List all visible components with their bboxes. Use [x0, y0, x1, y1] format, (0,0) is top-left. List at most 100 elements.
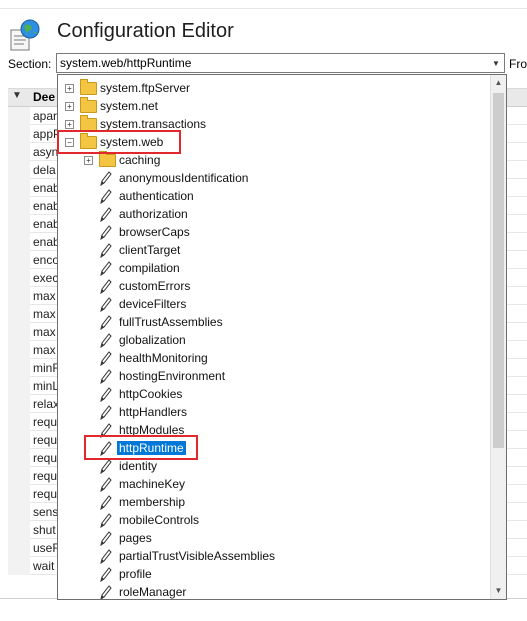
tree-node-profile[interactable]: profile	[58, 565, 490, 583]
grid-row-name: requ	[33, 469, 58, 483]
tree-node-system-web[interactable]: − system.web	[58, 133, 490, 151]
expand-icon[interactable]: +	[65, 102, 74, 111]
row-gutter	[8, 485, 30, 503]
row-gutter	[8, 179, 30, 197]
tree-scrollbar[interactable]: ▲ ▼	[490, 75, 506, 599]
tree-node-label: profile	[119, 567, 152, 581]
folder-icon	[80, 115, 97, 131]
pencil-icon	[100, 297, 112, 312]
folder-icon	[99, 151, 116, 167]
tree-node-mobileControls[interactable]: mobileControls	[58, 511, 490, 529]
tree-node-label: httpRuntime	[117, 441, 186, 455]
chevron-down-icon[interactable]: ▼	[488, 54, 504, 72]
tree-node-customErrors[interactable]: customErrors	[58, 277, 490, 295]
tree-node-label: customErrors	[119, 279, 191, 293]
grid-row-name: enab	[33, 235, 60, 249]
tree-node-httpRuntime[interactable]: httpRuntime	[58, 439, 490, 457]
pencil-icon	[100, 423, 112, 438]
tree-node-label: system.transactions	[100, 117, 207, 131]
row-gutter	[8, 431, 30, 449]
scrollbar-thumb[interactable]	[493, 93, 504, 448]
row-gutter	[8, 143, 30, 161]
grid-header-label: Dee	[33, 90, 56, 104]
row-gutter	[8, 359, 30, 377]
grid-row-name: shut	[33, 523, 56, 537]
tree-node-label: fullTrustAssemblies	[119, 315, 223, 329]
row-gutter	[8, 521, 30, 539]
row-gutter	[8, 377, 30, 395]
tree-node-label: anonymousIdentification	[119, 171, 249, 185]
bottom-panel	[0, 598, 527, 621]
tree-node-label: authentication	[119, 189, 194, 203]
tree-node-caching[interactable]: + caching	[58, 151, 490, 169]
scroll-down-arrow-icon[interactable]: ▼	[491, 583, 506, 599]
expand-icon[interactable]: +	[65, 120, 74, 129]
grid-row-name: enab	[33, 217, 60, 231]
section-dropdown-tree[interactable]: + system.ftpServer + system.net + system.tran…	[57, 74, 507, 600]
pencil-icon	[100, 585, 112, 599]
tree-node-authorization[interactable]: authorization	[58, 205, 490, 223]
grid-row-name: enab	[33, 181, 60, 195]
tree-node-label: compilation	[119, 261, 180, 275]
folder-icon	[80, 79, 97, 95]
tree-node-httpModules[interactable]: httpModules	[58, 421, 490, 439]
tree-node-membership[interactable]: membership	[58, 493, 490, 511]
tree-node-clientTarget[interactable]: clientTarget	[58, 241, 490, 259]
from-label: Fro	[509, 57, 527, 71]
row-gutter	[8, 287, 30, 305]
section-combobox-value: system.web/httpRuntime	[60, 56, 192, 70]
row-gutter	[8, 215, 30, 233]
tree-node-system-transactions[interactable]: + system.transactions	[58, 115, 490, 133]
pencil-icon	[100, 567, 112, 582]
tree-node-partialTrustVisibleAssemblies[interactable]: partialTrustVisibleAssemblies	[58, 547, 490, 565]
tree-node-anonymousIdentification[interactable]: anonymousIdentification	[58, 169, 490, 187]
tree-node-hostingEnvironment[interactable]: hostingEnvironment	[58, 367, 490, 385]
collapse-icon[interactable]: −	[65, 138, 74, 147]
page-title: Configuration Editor	[57, 20, 234, 42]
pencil-icon	[100, 477, 112, 492]
tree-node-globalization[interactable]: globalization	[58, 331, 490, 349]
row-gutter	[8, 539, 30, 557]
section-label: Section:	[8, 57, 52, 71]
tree-node-compilation[interactable]: compilation	[58, 259, 490, 277]
tree-node-label: httpCookies	[119, 387, 183, 401]
pencil-icon	[100, 531, 112, 546]
tree-node-machineKey[interactable]: machineKey	[58, 475, 490, 493]
tree-node-label: clientTarget	[119, 243, 181, 257]
row-gutter	[8, 305, 30, 323]
tree-node-httpHandlers[interactable]: httpHandlers	[58, 403, 490, 421]
row-gutter	[8, 269, 30, 287]
configuration-editor-globe-icon	[10, 19, 40, 51]
pencil-icon	[100, 207, 112, 222]
tree-node-authentication[interactable]: authentication	[58, 187, 490, 205]
pencil-icon	[100, 333, 112, 348]
expand-icon[interactable]: +	[65, 84, 74, 93]
pencil-icon	[100, 243, 112, 258]
row-gutter	[8, 557, 30, 575]
tree-node-identity[interactable]: identity	[58, 457, 490, 475]
pencil-icon	[100, 459, 112, 474]
tree-node-browserCaps[interactable]: browserCaps	[58, 223, 490, 241]
tree-node-label: hostingEnvironment	[119, 369, 226, 383]
tree-node-label: system.net	[100, 99, 159, 113]
tree-node-deviceFilters[interactable]: deviceFilters	[58, 295, 490, 313]
collapse-chevron-icon[interactable]: ▼	[12, 90, 22, 101]
grid-row-name: wait	[33, 559, 55, 573]
pencil-icon	[100, 351, 112, 366]
row-gutter	[8, 413, 30, 431]
tree-node-fullTrustAssemblies[interactable]: fullTrustAssemblies	[58, 313, 490, 331]
tree-node-system-net[interactable]: + system.net	[58, 97, 490, 115]
section-combobox[interactable]: system.web/httpRuntime ▼	[56, 53, 505, 73]
tree-node-httpCookies[interactable]: httpCookies	[58, 385, 490, 403]
scroll-up-arrow-icon[interactable]: ▲	[491, 75, 506, 91]
tree-node-label: globalization	[119, 333, 186, 347]
tree-node-system-ftpServer[interactable]: + system.ftpServer	[58, 79, 490, 97]
grid-row-name: requ	[33, 433, 58, 447]
tree-node-pages[interactable]: pages	[58, 529, 490, 547]
row-gutter	[8, 107, 30, 125]
tree-node-healthMonitoring[interactable]: healthMonitoring	[58, 349, 490, 367]
expand-icon[interactable]: +	[84, 156, 93, 165]
tree-node-roleManager[interactable]: roleManager	[58, 583, 490, 599]
row-gutter	[8, 197, 30, 215]
section-tree[interactable]: + system.ftpServer + system.net + system.tran…	[58, 79, 490, 599]
